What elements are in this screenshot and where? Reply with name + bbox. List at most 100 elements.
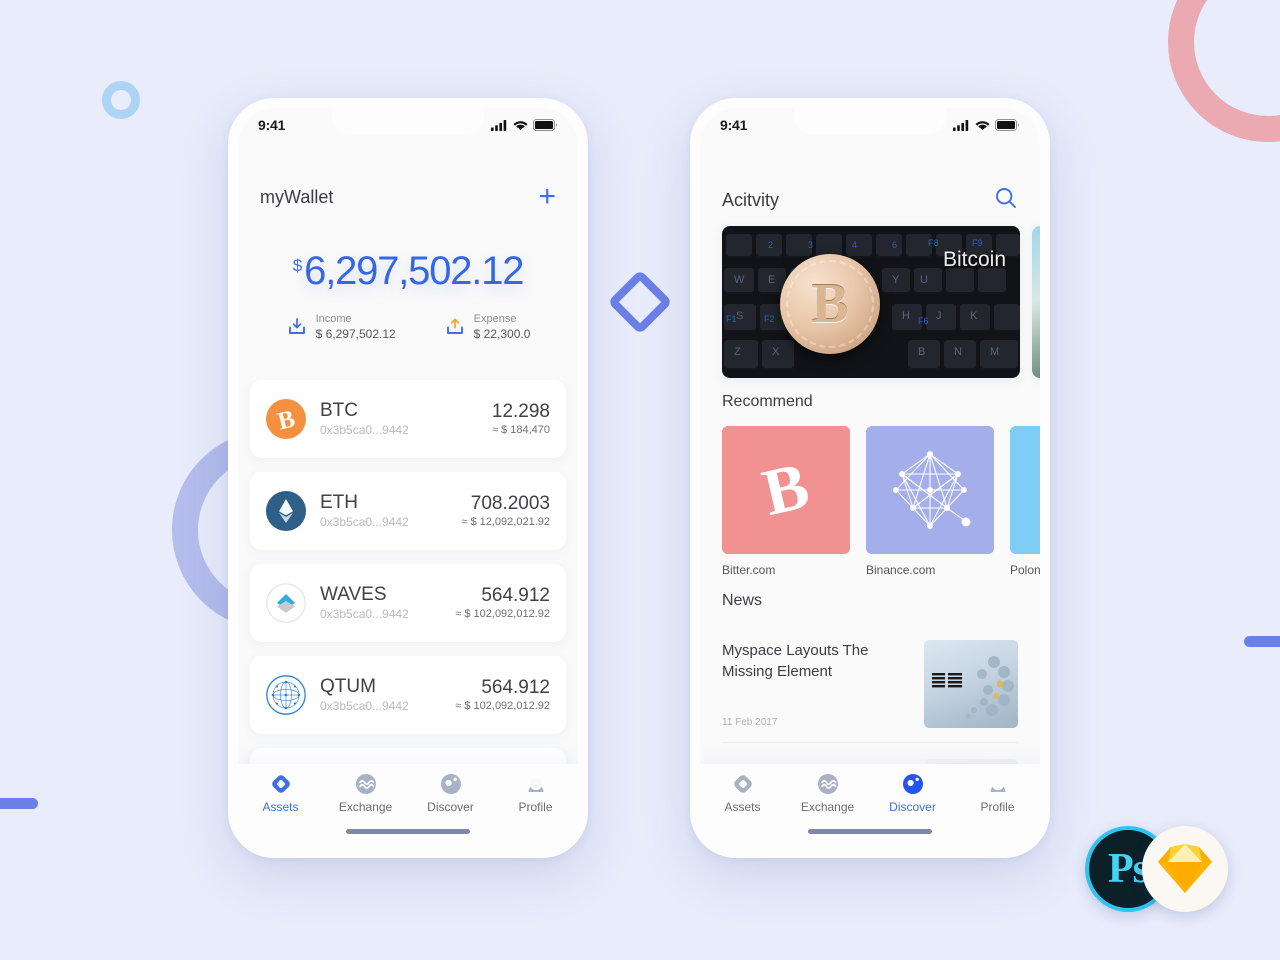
- news-section-title: News: [722, 592, 763, 609]
- waves-icon: [266, 583, 306, 623]
- table-row[interactable]: WAVES 0x3b5ca0...9442 564.912 ≈ $ 102,09…: [250, 564, 566, 642]
- tab-label: Exchange: [800, 799, 855, 814]
- asset-address: 0x3b5ca0...9442: [320, 607, 409, 621]
- wifi-icon: [513, 120, 528, 130]
- tab-discover[interactable]: Discover: [870, 773, 955, 814]
- asset-amount: 564.912: [481, 676, 550, 698]
- phone-mockup-discover: 9:41 Acitvity 2 3 4 6 F8 F9 W E Y U S H …: [690, 98, 1050, 858]
- tab-profile[interactable]: Profile: [955, 773, 1040, 814]
- asset-amount: 12.298: [491, 400, 550, 422]
- recommend-label: Binance.com: [866, 563, 936, 577]
- status-clock: 9:41: [720, 117, 748, 133]
- tab-label: Exchange: [338, 799, 393, 814]
- home-indicator[interactable]: [346, 829, 470, 834]
- decor-diamond-icon: [607, 269, 673, 335]
- cellular-icon: [491, 119, 507, 131]
- tab-label: Assets: [262, 799, 299, 814]
- asset-fiat: ≈ $ 12,092,021.92: [461, 515, 550, 528]
- discover-icon: [440, 773, 461, 794]
- expense-label: Expense: [473, 313, 517, 325]
- asset-address: 0x3b5ca0...9442: [320, 699, 409, 713]
- screen-wallet: 9:41 myWallet + $ 6,297,502.12 Income $ …: [238, 108, 578, 848]
- recommend-tile[interactable]: [866, 426, 994, 554]
- recommend-tile[interactable]: B: [722, 426, 850, 554]
- decor-circle-small-icon: [102, 81, 140, 119]
- list-item[interactable]: Polonie: [1010, 426, 1040, 577]
- network-graph-glyph-icon: [893, 451, 971, 529]
- income-expense-row: Income $ 6,297,502.12 Expense $ 22,300.0: [238, 312, 578, 342]
- expense-icon: [446, 318, 463, 334]
- screen-discover: 9:41 Acitvity 2 3 4 6 F8 F9 W E Y U S H …: [700, 108, 1040, 848]
- recommend-tile[interactable]: [1010, 426, 1040, 554]
- exchange-icon: [817, 773, 838, 794]
- table-row[interactable]: B BTC 0x3b5ca0...9442 12.298 ≈ $ 184,470: [250, 380, 566, 458]
- notch: [794, 108, 946, 134]
- balance-amount: 6,297,502.12: [304, 249, 524, 293]
- asset-amount: 564.912: [481, 584, 550, 606]
- landscape-photo-image: [1032, 226, 1040, 378]
- tab-label: Discover: [889, 799, 936, 814]
- home-indicator[interactable]: [808, 829, 932, 834]
- wifi-icon: [975, 120, 990, 130]
- balance-section: $ 6,297,502.12 Income $ 6,297,502.12 Exp…: [238, 248, 578, 342]
- tab-exchange[interactable]: Exchange: [785, 773, 870, 814]
- asset-symbol: QTUM: [320, 676, 376, 697]
- news-date: 11 Feb 2017: [722, 717, 778, 728]
- list-item[interactable]: B Bitter.com: [722, 426, 850, 577]
- asset-symbol: BTC: [320, 400, 358, 421]
- tab-profile[interactable]: Profile: [493, 773, 578, 814]
- bottom-nav-discover: Assets Exchange Discover Profile: [700, 764, 1040, 848]
- status-clock: 9:41: [258, 117, 286, 133]
- news-headline: Myspace Layouts The Missing Element: [722, 642, 869, 680]
- profile-icon: [990, 777, 1005, 792]
- hero-card-next[interactable]: [1032, 226, 1040, 378]
- asset-list: B BTC 0x3b5ca0...9442 12.298 ≈ $ 184,470: [238, 380, 578, 780]
- notch: [332, 108, 484, 134]
- asset-fiat: ≈ $ 102,092,012.92: [455, 607, 550, 620]
- list-item[interactable]: Binance.com: [866, 426, 994, 577]
- expense-item[interactable]: Expense $ 22,300.0: [444, 312, 531, 342]
- bottom-nav-wallet: Assets Exchange Discover Profile: [238, 764, 578, 848]
- battery-icon: [533, 119, 558, 131]
- decor-pill-left-icon: [0, 798, 38, 809]
- income-icon: [288, 318, 305, 334]
- search-icon: [996, 188, 1016, 208]
- tab-exchange[interactable]: Exchange: [323, 773, 408, 814]
- canvas: 9:41 myWallet + $ 6,297,502.12 Income $ …: [0, 0, 1280, 960]
- sketch-diamond-icon: [1158, 844, 1212, 893]
- table-row[interactable]: ETH 0x3b5ca0...9442 708.2003 ≈ $ 12,092,…: [250, 472, 566, 550]
- hero-carousel[interactable]: 2 3 4 6 F8 F9 W E Y U S H J K F1 F2 F6 Z…: [700, 226, 1040, 378]
- cellular-icon: [953, 119, 969, 131]
- expense-value: $ 22,300.0: [473, 327, 531, 341]
- add-wallet-button[interactable]: +: [538, 182, 556, 212]
- battery-icon: [995, 119, 1020, 131]
- list-item[interactable]: Myspace Layouts The Missing Element 11 F…: [722, 624, 1018, 743]
- table-row[interactable]: QTUM 0x3b5ca0...9442 564.912 ≈ $ 102,092…: [250, 656, 566, 734]
- svg-text:B: B: [756, 453, 815, 527]
- recommend-carousel[interactable]: B Bitter.com Binance.com Polon: [700, 426, 1040, 577]
- tab-label: Discover: [427, 799, 474, 814]
- profile-icon: [528, 777, 543, 792]
- tab-label: Profile: [518, 799, 553, 814]
- hero-card-bitcoin[interactable]: 2 3 4 6 F8 F9 W E Y U S H J K F1 F2 F6 Z…: [722, 226, 1020, 378]
- tool-badges: Ps: [1085, 826, 1235, 914]
- asset-symbol: WAVES: [320, 584, 387, 605]
- news-thumbnail: [924, 640, 1018, 728]
- tab-discover[interactable]: Discover: [408, 773, 493, 814]
- asset-symbol: ETH: [320, 492, 358, 513]
- assets-icon: [271, 774, 290, 793]
- asset-address: 0x3b5ca0...9442: [320, 423, 409, 437]
- search-button[interactable]: [994, 186, 1018, 215]
- asset-address: 0x3b5ca0...9442: [320, 515, 409, 529]
- bitcoin-coin-icon: B: [780, 254, 880, 354]
- asset-fiat: ≈ $ 184,470: [491, 423, 550, 436]
- ibm-server-photo-icon: [932, 656, 1014, 719]
- asset-amount: 708.2003: [470, 492, 550, 514]
- tab-assets[interactable]: Assets: [238, 773, 323, 814]
- recommend-section-title: Recommend: [722, 393, 813, 410]
- page-title: myWallet: [260, 186, 334, 207]
- tab-assets[interactable]: Assets: [700, 773, 785, 814]
- btc-icon: B: [266, 399, 306, 439]
- income-item[interactable]: Income $ 6,297,502.12: [286, 312, 396, 342]
- balance-currency: $: [292, 256, 303, 275]
